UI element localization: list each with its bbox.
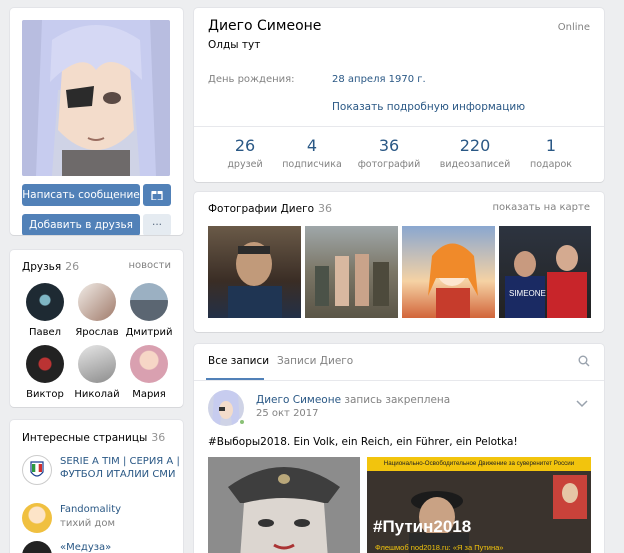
photos-title[interactable]: Фотографии Диего 36: [208, 202, 332, 215]
profile-status[interactable]: Олды тут: [208, 39, 260, 51]
stat-label: видеозаписей: [439, 159, 511, 170]
friends-title[interactable]: Друзья 26: [22, 260, 79, 273]
profile-name: Диего Симеоне: [208, 18, 322, 34]
photo-thumb[interactable]: SIMEONE: [499, 226, 591, 318]
page-name: SERIE A TIM | СЕРИЯ А | ФУТБОЛ ИТАЛИИ СМ…: [60, 456, 180, 480]
photos-count: 36: [318, 202, 333, 215]
friends-title-label: Друзья: [22, 261, 62, 273]
photo-thumb[interactable]: [305, 226, 398, 318]
post-author-name: Диего Симеоне: [256, 394, 342, 406]
more-actions-button[interactable]: ···: [143, 214, 171, 235]
meduza-avatar: [22, 541, 52, 553]
friend-name: Виктор: [26, 389, 64, 400]
friend-item[interactable]: Дмитрий: [124, 283, 174, 338]
poster-hashtag: #Путин2018: [373, 517, 472, 536]
stat-label: подарок: [530, 159, 572, 170]
divider: [194, 126, 604, 127]
search-icon[interactable]: [578, 355, 590, 370]
friend-avatar: [26, 283, 64, 321]
birthday-value[interactable]: 28 апреля 1970 г.: [332, 74, 426, 85]
more-dots-icon: ···: [151, 219, 162, 231]
pages-count: 36: [151, 431, 166, 444]
stat-videos[interactable]: 220 видеозаписей: [432, 136, 518, 170]
interesting-pages-card: Интересные страницы 36 SERIE A TIM | СЕРИ…: [10, 420, 183, 553]
online-indicator: [238, 418, 246, 426]
post-pinned-label: запись закреплена: [344, 394, 451, 406]
chevron-down-icon[interactable]: [576, 398, 588, 411]
stat-number: 36: [378, 136, 400, 155]
divider: [194, 380, 604, 381]
friend-avatar: [26, 345, 64, 383]
online-status: Online: [557, 22, 590, 33]
stat-photos[interactable]: 36 фотографий: [346, 136, 432, 170]
tab-all-posts[interactable]: Все записи: [208, 355, 269, 367]
add-friend-label: Добавить в друзья: [29, 219, 133, 231]
friend-avatar: [78, 283, 116, 321]
wall-card: Все записи Записи Диего Диего Симеоне за…: [194, 344, 604, 553]
friend-avatar: [130, 283, 168, 321]
friend-name: Ярослав: [75, 327, 119, 338]
friend-avatar: [130, 345, 168, 383]
stat-number: 4: [306, 136, 318, 155]
post-image-left[interactable]: [208, 457, 360, 553]
show-on-map-link[interactable]: показать на карте: [492, 202, 590, 213]
tab-diego-posts[interactable]: Записи Диего: [277, 355, 353, 367]
friend-item[interactable]: Мария: [124, 345, 174, 400]
friend-item[interactable]: Павел: [20, 283, 70, 338]
poster-header: Национально-Освободительное Движение за …: [367, 457, 591, 471]
profile-info-card: Диего Симеоне Online Олды тут День рожде…: [194, 8, 604, 182]
post-author[interactable]: Диего Симеоне запись закреплена: [256, 394, 450, 406]
post-text-content: #Выборы2018. Ein Volk, ein Reich, ein Fü…: [208, 436, 518, 448]
avatar-card: Написать сообщение Добавить в друзья ···: [10, 8, 183, 235]
friend-name: Мария: [132, 389, 166, 400]
svg-text:SIMEONE: SIMEONE: [509, 289, 546, 298]
post-image-poster[interactable]: Национально-Освободительное Движение за …: [367, 457, 591, 553]
friend-item[interactable]: Виктор: [20, 345, 70, 400]
show-details-link[interactable]: Показать подробную информацию: [332, 101, 525, 113]
stat-label: фотографий: [357, 159, 421, 170]
friends-count: 26: [65, 260, 80, 273]
stat-gifts[interactable]: 1 подарок: [508, 136, 594, 170]
stat-followers[interactable]: 4 подписчика: [269, 136, 355, 170]
send-message-button[interactable]: Написать сообщение: [22, 184, 140, 206]
friend-avatar: [78, 345, 116, 383]
stat-number: 220: [459, 136, 491, 155]
post-date[interactable]: 25 окт 2017: [256, 408, 319, 419]
friend-name: Дмитрий: [125, 327, 173, 338]
stat-number: 1: [545, 136, 557, 155]
stat-label: подписчика: [282, 159, 342, 170]
gift-button[interactable]: [143, 184, 171, 206]
photo-thumb[interactable]: [402, 226, 495, 318]
page-name: Fandomality: [60, 504, 122, 515]
poster-footer: Флешмоб nod2018.ru: «Я за Путина»: [375, 543, 504, 552]
photos-title-label: Фотографии Диего: [208, 203, 315, 215]
fandomality-avatar: [22, 503, 52, 533]
gift-icon: [151, 188, 163, 203]
birthday-label: День рождения:: [208, 74, 295, 85]
page-name: «Медуза»: [60, 542, 112, 553]
friend-item[interactable]: Ярослав: [72, 283, 122, 338]
send-message-label: Написать сообщение: [22, 189, 140, 201]
photo-thumb[interactable]: [208, 226, 301, 318]
friend-name: Павел: [28, 327, 62, 338]
add-friend-button[interactable]: Добавить в друзья: [22, 214, 140, 235]
pages-title[interactable]: Интересные страницы 36: [22, 431, 165, 444]
page-subtitle: тихий дом: [60, 518, 115, 529]
friends-card: Друзья 26 новости Павел Ярослав Дмитрий В…: [10, 250, 183, 407]
friend-name: Николай: [74, 389, 120, 400]
pages-title-label: Интересные страницы: [22, 432, 148, 444]
avatar[interactable]: [22, 20, 170, 176]
friends-news-link[interactable]: новости: [129, 260, 172, 271]
serie-a-logo: [22, 455, 52, 485]
post-text: #Выборы2018. Ein Volk, ein Reich, ein Fü…: [208, 436, 518, 448]
friend-item[interactable]: Николай: [72, 345, 122, 400]
